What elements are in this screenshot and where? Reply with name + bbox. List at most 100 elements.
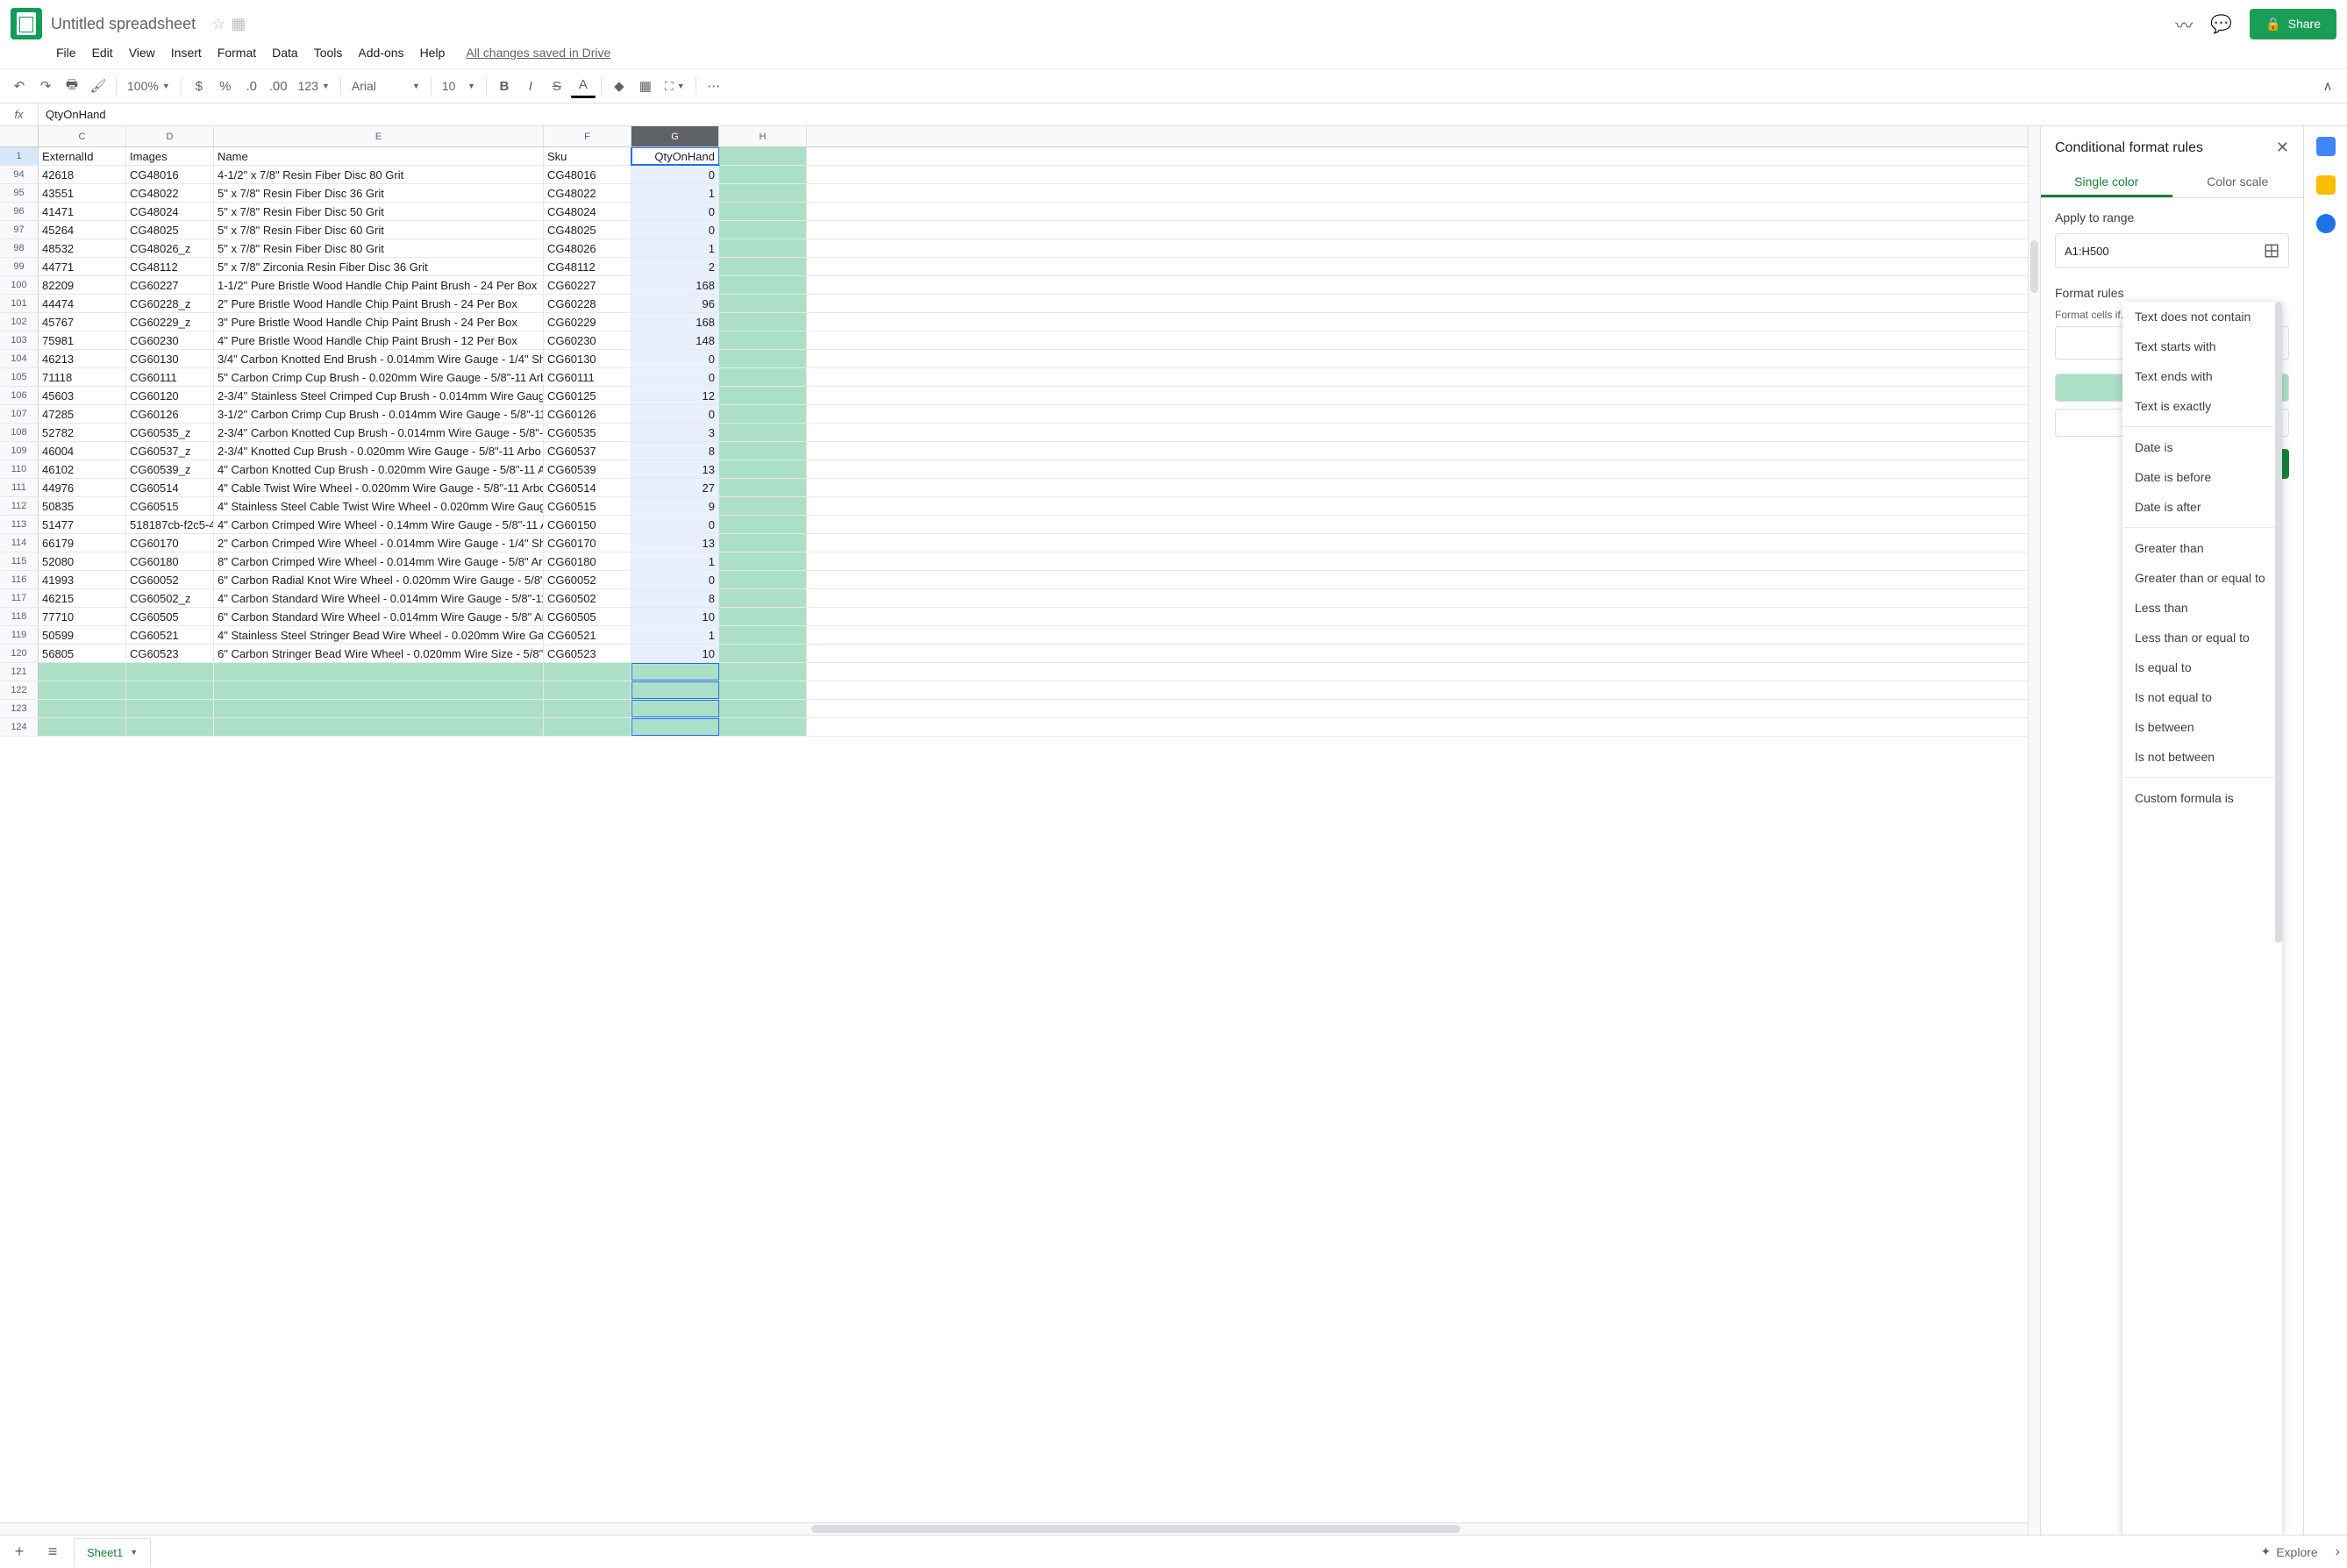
cell[interactable]: 4" Cable Twist Wire Wheel - 0.020mm Wire…: [214, 479, 544, 496]
cell[interactable]: 3" Pure Bristle Wood Handle Chip Paint B…: [214, 313, 544, 331]
percent-button[interactable]: %: [213, 74, 238, 98]
cell[interactable]: 27: [631, 479, 719, 496]
cell[interactable]: 4" Carbon Standard Wire Wheel - 0.014mm …: [214, 589, 544, 607]
cell[interactable]: 4" Pure Bristle Wood Handle Chip Paint B…: [214, 331, 544, 349]
row-header[interactable]: 1: [0, 147, 39, 165]
cell[interactable]: 75981: [39, 331, 126, 349]
row-header[interactable]: 110: [0, 460, 39, 478]
cell[interactable]: [544, 700, 631, 717]
cell[interactable]: [719, 608, 807, 625]
col-header-H[interactable]: H: [719, 126, 807, 146]
move-folder-icon[interactable]: ▦: [231, 15, 246, 33]
menu-help[interactable]: Help: [413, 42, 453, 63]
calendar-addon-icon[interactable]: [2316, 137, 2336, 156]
cell[interactable]: 2" Pure Bristle Wood Handle Chip Paint B…: [214, 295, 544, 312]
cell[interactable]: 1: [631, 239, 719, 257]
cell[interactable]: CG60229: [544, 313, 631, 331]
cell[interactable]: [719, 424, 807, 441]
cell[interactable]: CG60229_z: [126, 313, 214, 331]
bold-button[interactable]: B: [492, 74, 517, 98]
cell[interactable]: [39, 681, 126, 699]
col-header-G[interactable]: G: [631, 126, 719, 146]
cell[interactable]: CG60230: [544, 331, 631, 349]
cell[interactable]: 4" Carbon Knotted Cup Brush - 0.020mm Wi…: [214, 460, 544, 478]
cell[interactable]: 0: [631, 516, 719, 533]
column-label[interactable]: Images: [126, 147, 214, 165]
cell[interactable]: 47285: [39, 405, 126, 423]
cell[interactable]: [39, 718, 126, 736]
cell[interactable]: CG60052: [544, 571, 631, 588]
cell[interactable]: 9: [631, 497, 719, 515]
cell[interactable]: [719, 479, 807, 496]
cell[interactable]: CG60515: [126, 497, 214, 515]
cell[interactable]: CG60228: [544, 295, 631, 312]
cell[interactable]: CG60126: [126, 405, 214, 423]
cell[interactable]: 10: [631, 608, 719, 625]
menu-view[interactable]: View: [122, 42, 162, 63]
cell[interactable]: 518187cb-f2c5-4: [126, 516, 214, 533]
cell[interactable]: [214, 663, 544, 681]
row-header[interactable]: 105: [0, 368, 39, 386]
row-header[interactable]: 121: [0, 663, 39, 681]
cell[interactable]: [719, 589, 807, 607]
select-all-corner[interactable]: [0, 126, 39, 146]
cell[interactable]: CG60180: [544, 552, 631, 570]
row-header[interactable]: 122: [0, 681, 39, 699]
cell[interactable]: CG60505: [544, 608, 631, 625]
cell[interactable]: 1: [631, 184, 719, 202]
cell[interactable]: 96: [631, 295, 719, 312]
cell[interactable]: 41993: [39, 571, 126, 588]
cell[interactable]: 56805: [39, 645, 126, 662]
cell[interactable]: [39, 663, 126, 681]
cell[interactable]: 4" Stainless Steel Cable Twist Wire Whee…: [214, 497, 544, 515]
col-header-D[interactable]: D: [126, 126, 214, 146]
cell[interactable]: 44976: [39, 479, 126, 496]
decrease-decimal-button[interactable]: .0: [239, 74, 264, 98]
cell[interactable]: CG60052: [126, 571, 214, 588]
currency-button[interactable]: $: [187, 74, 211, 98]
menu-data[interactable]: Data: [265, 42, 305, 63]
dropdown-option[interactable]: Less than or equal to: [2122, 623, 2282, 652]
dropdown-option[interactable]: Is equal to: [2122, 652, 2282, 682]
col-header-F[interactable]: F: [544, 126, 631, 146]
cell[interactable]: 41471: [39, 203, 126, 220]
cell[interactable]: [719, 331, 807, 349]
cell[interactable]: 45264: [39, 221, 126, 239]
cell[interactable]: CG48112: [126, 258, 214, 275]
cell[interactable]: 6" Carbon Radial Knot Wire Wheel - 0.020…: [214, 571, 544, 588]
row-header[interactable]: 103: [0, 331, 39, 349]
cell[interactable]: 4-1/2" x 7/8" Resin Fiber Disc 80 Grit: [214, 166, 544, 183]
cell[interactable]: CG60120: [126, 387, 214, 404]
menu-insert[interactable]: Insert: [164, 42, 209, 63]
cell[interactable]: [719, 387, 807, 404]
cell[interactable]: 13: [631, 534, 719, 552]
collapse-toolbar-button[interactable]: ∧: [2315, 74, 2340, 98]
cell[interactable]: CG60535: [544, 424, 631, 441]
col-header-E[interactable]: E: [214, 126, 544, 146]
close-icon[interactable]: ✕: [2276, 139, 2289, 157]
cell[interactable]: [631, 663, 719, 681]
dropdown-option[interactable]: Less than: [2122, 593, 2282, 623]
cell[interactable]: 50599: [39, 626, 126, 644]
cell[interactable]: CG60537_z: [126, 442, 214, 460]
cell[interactable]: 148: [631, 331, 719, 349]
borders-button[interactable]: ▦: [633, 74, 658, 98]
cell[interactable]: CG60227: [126, 276, 214, 294]
cell[interactable]: 168: [631, 276, 719, 294]
cell[interactable]: CG48016: [544, 166, 631, 183]
dropdown-option[interactable]: Is not between: [2122, 742, 2282, 772]
row-header[interactable]: 95: [0, 184, 39, 202]
keep-addon-icon[interactable]: [2316, 175, 2336, 195]
cell[interactable]: CG60111: [126, 368, 214, 386]
row-header[interactable]: 104: [0, 350, 39, 367]
cell[interactable]: CG48112: [544, 258, 631, 275]
cell[interactable]: 0: [631, 571, 719, 588]
cell[interactable]: [719, 534, 807, 552]
cell[interactable]: 5" Carbon Crimp Cup Brush - 0.020mm Wire…: [214, 368, 544, 386]
cell[interactable]: [126, 700, 214, 717]
undo-button[interactable]: ↶: [7, 74, 32, 98]
menu-format[interactable]: Format: [210, 42, 263, 63]
redo-button[interactable]: ↷: [33, 74, 58, 98]
cell[interactable]: [631, 718, 719, 736]
cell[interactable]: CG60521: [544, 626, 631, 644]
